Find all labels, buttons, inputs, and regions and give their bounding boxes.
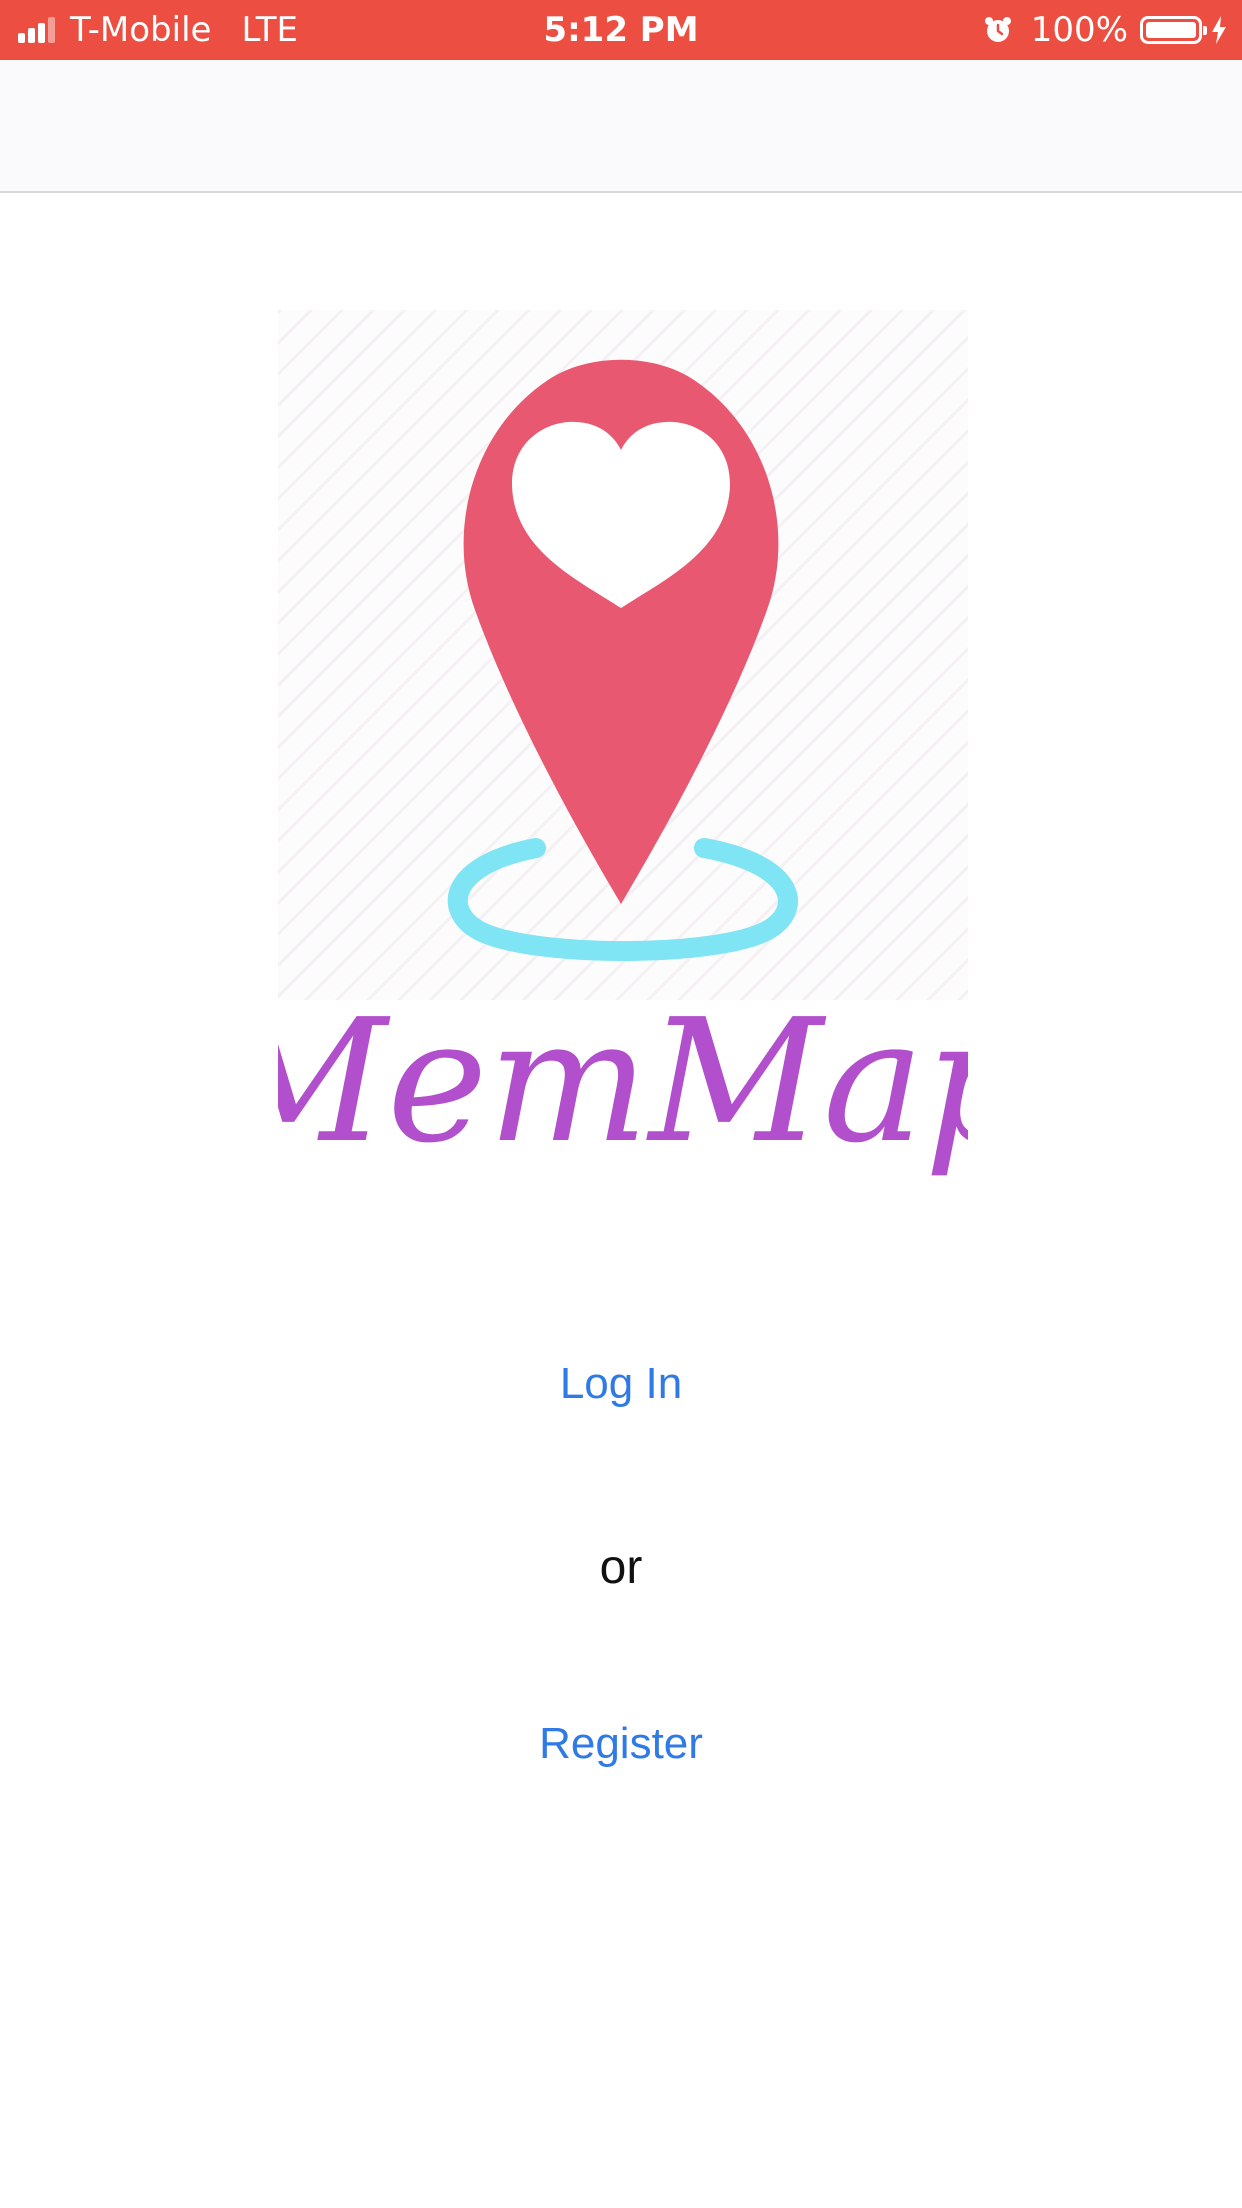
app-logo: MemMap: [278, 310, 968, 1260]
battery-icon: [1140, 16, 1207, 44]
logo-text: MemMap: [278, 983, 968, 1181]
logo-wordmark: MemMap: [278, 983, 968, 1181]
status-bar: T-Mobile LTE 5:12 PM 100%: [0, 0, 1242, 60]
register-button[interactable]: Register: [0, 1718, 1242, 1770]
alarm-icon: [983, 15, 1013, 45]
status-right: 100%: [983, 0, 1228, 60]
navigation-bar: [0, 60, 1242, 193]
battery-percent: 100%: [1030, 10, 1128, 50]
or-separator: or: [599, 1541, 643, 1594]
charging-bolt-icon: [1210, 15, 1228, 45]
login-button[interactable]: Log In: [0, 1358, 1242, 1410]
